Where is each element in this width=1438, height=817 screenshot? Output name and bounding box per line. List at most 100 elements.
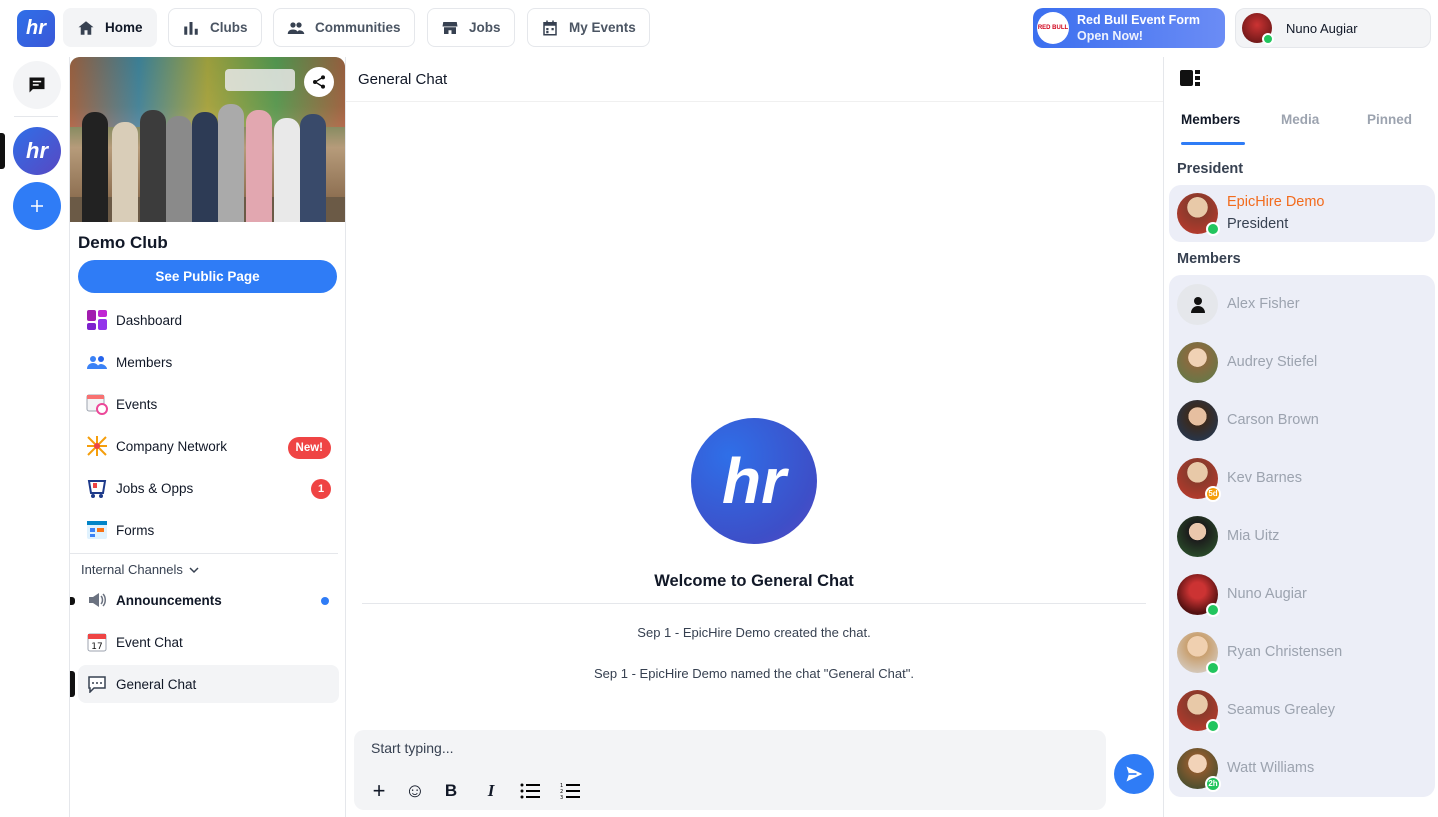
calendar-icon xyxy=(543,20,557,35)
club-name: Demo Club xyxy=(78,233,168,252)
tab-members[interactable]: Members xyxy=(1181,112,1240,127)
status-badge: 2h xyxy=(1205,775,1221,792)
member-avatar xyxy=(1177,515,1218,557)
nav-label: Clubs xyxy=(210,20,248,35)
menu-label: Company Network xyxy=(116,438,228,454)
message-composer[interactable]: Start typing... + ☺ B I 123 xyxy=(354,730,1106,810)
app-logo[interactable]: hr xyxy=(17,10,55,47)
chat-title: General Chat xyxy=(358,71,448,88)
president-name: EpicHire Demo xyxy=(1227,194,1325,210)
channel-label: Event Chat xyxy=(116,634,183,650)
numbered-list-button[interactable]: 123 xyxy=(558,779,582,803)
members-header: Members xyxy=(1177,251,1241,267)
calendar-17-icon: 17 xyxy=(86,631,108,653)
top-bar: hr Home Clubs Communities Jobs My Events… xyxy=(0,0,1438,57)
svg-text:17: 17 xyxy=(91,642,102,652)
menu-forms[interactable]: Forms xyxy=(78,511,339,549)
president-card[interactable]: EpicHire Demo President xyxy=(1169,185,1435,242)
promo-line2: Open Now! xyxy=(1077,29,1143,43)
member-row[interactable]: Seamus Grealey xyxy=(1177,689,1335,733)
member-row[interactable]: Ryan Christensen xyxy=(1177,631,1342,675)
member-row[interactable]: 5d Kev Barnes xyxy=(1177,457,1302,502)
channel-general-chat[interactable]: General Chat xyxy=(78,665,339,703)
menu-company-network[interactable]: Company Network New! xyxy=(78,427,339,465)
share-button[interactable] xyxy=(304,67,334,97)
nav-my-events[interactable]: My Events xyxy=(527,8,650,47)
red-bull-logo: RED BULL xyxy=(1037,12,1069,44)
composer-placeholder[interactable]: Start typing... xyxy=(371,740,453,756)
menu-members[interactable]: Members xyxy=(78,343,339,381)
system-message: Sep 1 - EpicHire Demo created the chat. xyxy=(637,625,871,640)
member-name: Kev Barnes xyxy=(1227,470,1302,486)
events-calendar-icon xyxy=(86,393,108,415)
nav-home[interactable]: Home xyxy=(63,8,157,47)
chat-header-divider xyxy=(346,101,1163,102)
chat-area: General Chat hr Welcome to General Chat … xyxy=(346,57,1163,817)
people-icon xyxy=(287,21,305,34)
workspace-rail: hr xyxy=(0,57,70,817)
messages-button[interactable] xyxy=(13,61,61,109)
add-attachment-button[interactable]: + xyxy=(367,778,391,803)
member-avatar: 2h xyxy=(1177,747,1221,792)
jobs-count-badge: 1 xyxy=(311,479,331,499)
active-channel-marker xyxy=(70,671,75,697)
panel-toggle-button[interactable] xyxy=(1180,69,1200,92)
bold-button[interactable]: B xyxy=(439,779,463,803)
member-avatar xyxy=(1177,631,1220,675)
member-avatar xyxy=(1177,341,1218,383)
member-row[interactable]: Nuno Augiar xyxy=(1177,573,1307,617)
member-avatar xyxy=(1177,193,1220,236)
promo-banner[interactable]: RED BULL Red Bull Event Form Open Now! xyxy=(1033,8,1225,48)
menu-label: Forms xyxy=(116,522,155,538)
emoji-button[interactable]: ☺ xyxy=(403,779,427,803)
menu-events[interactable]: Events xyxy=(78,385,339,423)
welcome-divider xyxy=(362,603,1146,604)
members-list: Alex Fisher Audrey Stiefel Carson Brown … xyxy=(1169,275,1435,797)
club-cover-photo xyxy=(70,57,345,222)
plus-icon xyxy=(31,200,43,212)
member-avatar xyxy=(1177,399,1218,441)
user-name: Nuno Augiar xyxy=(1286,20,1358,36)
member-row[interactable]: Alex Fisher xyxy=(1177,283,1300,325)
tab-pinned[interactable]: Pinned xyxy=(1367,112,1412,127)
member-row[interactable]: Audrey Stiefel xyxy=(1177,341,1317,383)
president-header: President xyxy=(1177,161,1244,177)
active-tab-underline xyxy=(1181,142,1245,145)
club-workspace-button[interactable]: hr xyxy=(13,127,61,175)
user-menu[interactable]: Nuno Augiar xyxy=(1235,8,1431,48)
online-indicator xyxy=(1206,718,1220,733)
chevron-down-icon xyxy=(189,566,199,573)
italic-button[interactable]: I xyxy=(479,779,503,803)
nav-label: My Events xyxy=(569,20,636,35)
nav-clubs[interactable]: Clubs xyxy=(168,8,262,47)
internal-channels-header[interactable]: Internal Channels xyxy=(81,562,199,577)
send-button[interactable] xyxy=(1114,754,1154,794)
nav-label: Home xyxy=(105,20,143,35)
menu-jobs-opps[interactable]: Jobs & Opps 1 xyxy=(78,469,339,507)
network-icon xyxy=(86,435,108,457)
rail-divider xyxy=(14,116,58,117)
see-public-page-button[interactable]: See Public Page xyxy=(78,260,337,293)
nav-jobs[interactable]: Jobs xyxy=(427,8,515,47)
dashboard-icon xyxy=(86,309,108,331)
bullet-list-button[interactable] xyxy=(518,779,542,803)
menu-dashboard[interactable]: Dashboard xyxy=(78,301,339,339)
channel-event-chat[interactable]: 17 Event Chat xyxy=(78,623,339,661)
sidebar-toggle-icon xyxy=(1180,70,1200,86)
forms-icon xyxy=(86,519,108,541)
nav-communities[interactable]: Communities xyxy=(273,8,415,47)
share-icon xyxy=(313,75,325,89)
nav-label: Communities xyxy=(315,20,401,35)
add-workspace-button[interactable] xyxy=(13,182,61,230)
default-user-icon xyxy=(1190,297,1205,313)
club-sidebar: Demo Club See Public Page Dashboard Memb… xyxy=(70,57,346,817)
channel-announcements[interactable]: Announcements xyxy=(78,581,339,619)
chat-icon xyxy=(29,77,45,93)
member-row[interactable]: Mia Uitz xyxy=(1177,515,1279,557)
tab-media[interactable]: Media xyxy=(1281,112,1319,127)
nav-label: Jobs xyxy=(469,20,501,35)
member-row[interactable]: 2h Watt Williams xyxy=(1177,747,1314,792)
home-icon xyxy=(78,20,94,35)
numbered-list-icon: 123 xyxy=(560,783,580,800)
member-row[interactable]: Carson Brown xyxy=(1177,399,1319,441)
